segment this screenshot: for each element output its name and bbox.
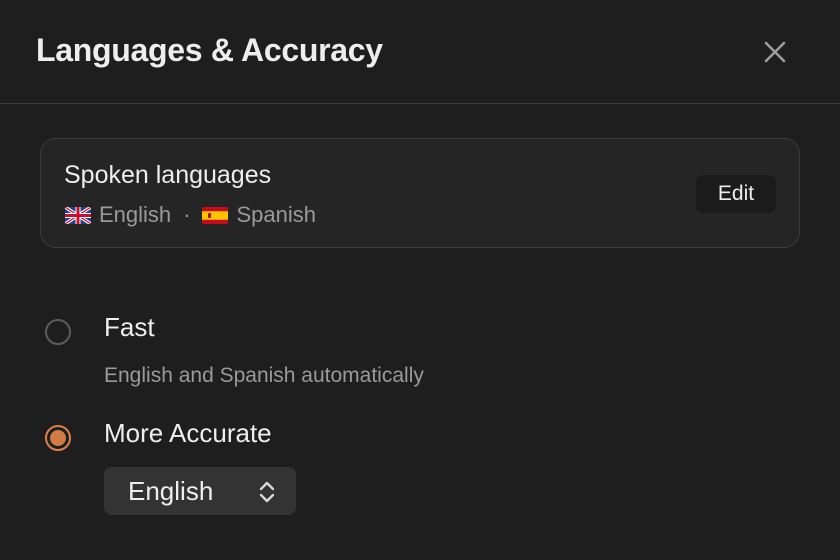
spoken-languages-title: Spoken languages (64, 161, 272, 189)
more-accurate-radio[interactable] (45, 425, 71, 451)
edit-languages-button[interactable]: Edit (696, 175, 776, 213)
language-select-value: English (128, 476, 214, 506)
languages-dialog: Languages & Accuracy Spoken languages En… (0, 0, 840, 560)
language-english: English (99, 202, 172, 227)
fast-radio[interactable] (45, 319, 71, 345)
spain-flag-icon (202, 206, 229, 224)
more-accurate-option-label[interactable]: More Accurate (104, 417, 272, 449)
close-icon (764, 41, 786, 63)
uk-flag-icon (65, 206, 91, 224)
dialog-header: Languages & Accuracy (0, 0, 840, 104)
fast-option-description: English and Spanish automatically (104, 364, 424, 387)
dialog-title: Languages & Accuracy (36, 32, 383, 68)
language-separator: · (183, 202, 191, 227)
language-spanish: Spanish (236, 202, 316, 227)
close-button[interactable] (756, 33, 794, 71)
fast-option-label[interactable]: Fast (104, 311, 155, 343)
spoken-languages-card: Spoken languages English · Spanish Edit (40, 138, 800, 248)
spoken-languages-list: English · Spanish (65, 201, 316, 229)
chevron-up-down-icon (259, 481, 275, 503)
